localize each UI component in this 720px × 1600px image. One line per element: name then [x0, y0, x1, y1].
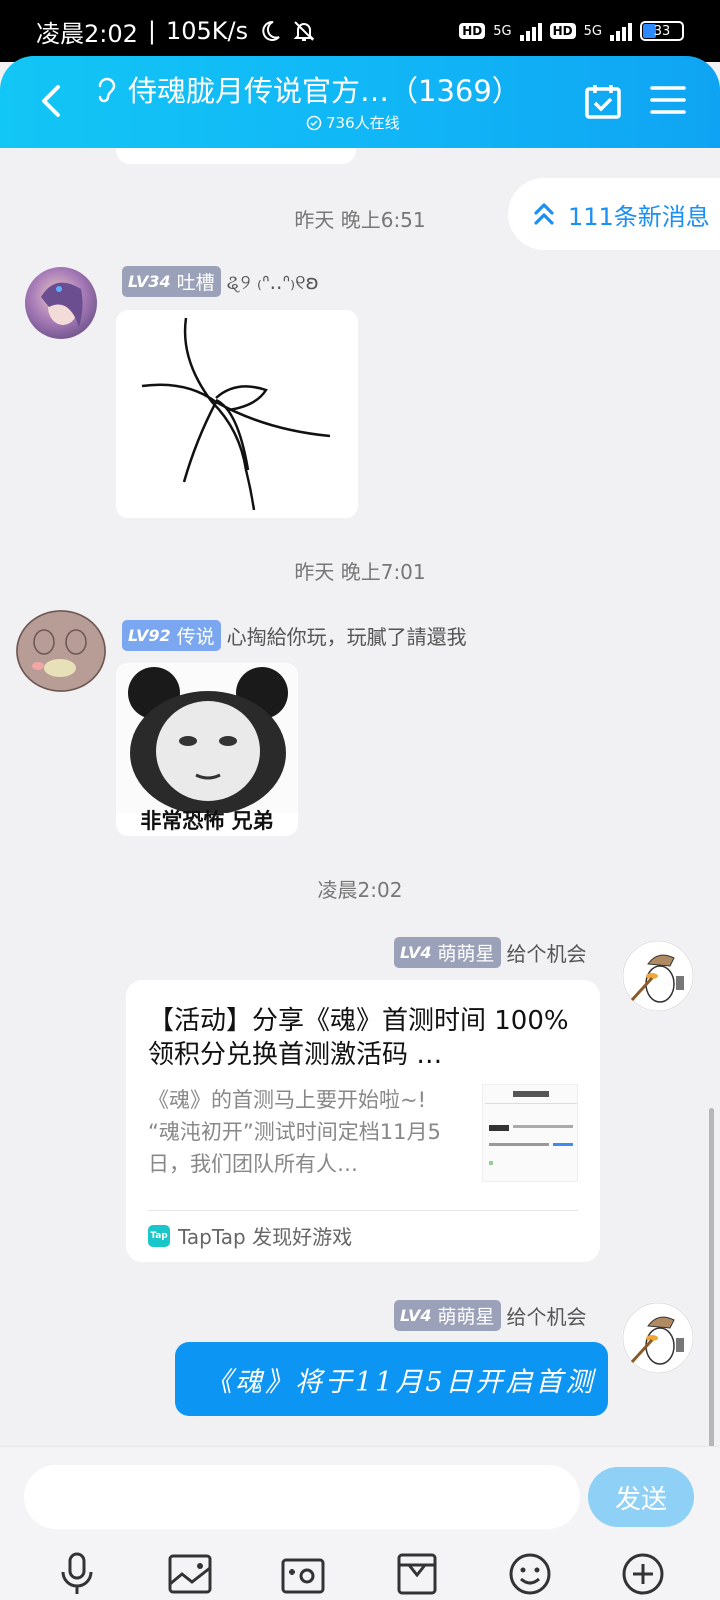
sketch-image [141, 317, 331, 511]
file-button[interactable] [392, 1549, 442, 1599]
sender-nickname: 给个机会 [506, 942, 587, 966]
input-area: 发送 [0, 1446, 720, 1600]
network-type: 5G [493, 23, 512, 39]
hd-badge: HD [549, 23, 576, 39]
sender-nickname: 心掏給你玩，玩膩了請還我 [226, 625, 467, 649]
level-badge: LV34 吐槽 [122, 266, 221, 297]
chevron-left-icon [42, 85, 60, 117]
avatar[interactable] [622, 1302, 694, 1374]
scrollbar[interactable] [709, 1108, 714, 1448]
avatar-duck-icon [622, 940, 694, 1012]
text-message-bubble[interactable]: 《魂》将于11月5日开启首测 [175, 1342, 608, 1416]
sticker-caption: 非常恐怖 兄弟 [140, 809, 274, 833]
image-icon [168, 1554, 212, 1594]
previous-message-bubble [116, 148, 356, 164]
article-thumbnail-image [485, 1091, 577, 1165]
level-badge: LV4 萌萌星 [394, 1300, 501, 1331]
card-source: Tap TapTap 发现好游戏 [148, 1210, 578, 1250]
menu-icon [650, 86, 686, 114]
sender-meta: LV34 吐槽 ୡ୨ ₍ᐢ..ᐢ₎୧ʚ [122, 266, 319, 297]
network-speed: 105K/s [166, 17, 249, 45]
sender-meta: LV92 传说 心掏給你玩，玩膩了請還我 [122, 620, 467, 651]
group-title-area[interactable]: 侍魂胧月传说官方…（1369） 736人在线 [94, 68, 534, 133]
input-toolbar [0, 1547, 720, 1600]
send-button[interactable]: 发送 [588, 1467, 694, 1527]
file-icon [397, 1553, 437, 1595]
sender-nickname: ୡ୨ ₍ᐢ..ᐢ₎୧ʚ [226, 269, 319, 294]
moon-icon [262, 20, 280, 41]
card-thumbnail [482, 1084, 578, 1182]
ear-icon [98, 77, 116, 103]
sender-meta: LV4 萌萌星 给个机会 [394, 1300, 587, 1331]
avatar-portrait-icon [41, 282, 83, 327]
page-title: 侍魂胧月传说官方…（1369） [128, 74, 521, 108]
camera-button[interactable] [278, 1549, 328, 1599]
level-badge: LV92 传说 [122, 620, 221, 651]
message-input[interactable] [24, 1465, 580, 1529]
chat-header: 侍魂胧月传说官方…（1369） 736人在线 [0, 56, 720, 148]
avatar[interactable] [622, 940, 694, 1012]
sender-nickname: 给个机会 [506, 1305, 587, 1329]
sender-meta: LV4 萌萌星 给个机会 [394, 937, 587, 968]
shared-link-card[interactable]: 【活动】分享《魂》首测时间 100%领积分兑换首测激活码 … 《魂》的首测马上要… [126, 980, 600, 1262]
status-bar: 凌晨2:02 | 105K/s HD 5G HD 5G 33 [0, 0, 720, 62]
message-timestamp: 昨天 晚上6:51 [294, 208, 426, 232]
level-badge: LV4 萌萌星 [394, 937, 501, 968]
plus-icon [622, 1553, 664, 1595]
avatar[interactable] [25, 267, 97, 339]
status-time: 凌晨2:02 [36, 19, 138, 48]
taptap-logo-icon: Tap [148, 1224, 170, 1247]
signal-icon [610, 21, 632, 41]
card-title: 【活动】分享《魂》首测时间 100%领积分兑换首测激活码 … [148, 1006, 569, 1070]
calendar-button[interactable] [584, 82, 622, 124]
bell-off-icon [293, 21, 315, 41]
image-button[interactable] [165, 1549, 215, 1599]
more-button[interactable] [618, 1549, 668, 1599]
camera-icon [281, 1558, 325, 1594]
panda-sticker-image [116, 663, 298, 815]
online-check-icon [306, 115, 322, 130]
menu-button[interactable] [650, 84, 686, 120]
calendar-check-icon [585, 85, 621, 119]
image-message[interactable] [116, 310, 358, 518]
sticker-message[interactable]: 非常恐怖 兄弟 [116, 663, 298, 836]
emoji-icon [509, 1553, 551, 1595]
network-type: 5G [583, 23, 602, 39]
card-description: 《魂》的首测马上要开始啦~! “魂沌初开”测试时间定档11月5日，我们团队所有人… [148, 1088, 441, 1176]
voice-button[interactable] [52, 1549, 102, 1599]
online-count: 736人在线 [326, 114, 400, 132]
avatar-bear-icon [16, 610, 106, 692]
mic-icon [61, 1552, 93, 1594]
emoji-button[interactable] [505, 1549, 555, 1599]
message-timestamp: 凌晨2:02 [317, 878, 403, 902]
avatar[interactable] [16, 610, 106, 692]
avatar-duck-icon [622, 1302, 694, 1374]
message-timestamp: 昨天 晚上7:01 [294, 560, 426, 584]
back-button[interactable] [30, 76, 70, 126]
hd-badge: HD [459, 23, 486, 39]
signal-icon [519, 21, 542, 41]
card-source-label: TapTap 发现好游戏 [178, 1225, 353, 1249]
battery-icon: 33 [640, 21, 684, 41]
